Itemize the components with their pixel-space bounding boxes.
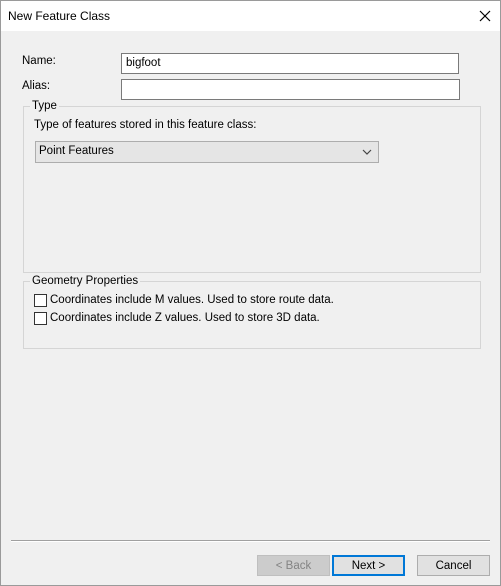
next-button[interactable]: Next > (332, 555, 405, 576)
cancel-button[interactable]: Cancel (417, 555, 490, 576)
chevron-down-icon (362, 149, 372, 155)
close-icon (479, 10, 491, 22)
type-group-legend: Type (30, 100, 59, 113)
z-values-checkbox[interactable] (34, 311, 47, 325)
m-values-checkbox[interactable] (34, 293, 47, 307)
geometry-group-legend: Geometry Properties (30, 275, 141, 288)
name-field[interactable]: bigfoot (121, 53, 459, 74)
alias-label: Alias: (22, 80, 51, 92)
name-label: Name: (22, 55, 56, 67)
footer-divider (11, 540, 490, 542)
close-button[interactable] (470, 1, 500, 31)
type-description: Type of features stored in this feature … (34, 119, 257, 131)
type-group: Type Type of features stored in this fea… (23, 100, 481, 273)
m-values-option[interactable]: Coordinates include M values. Used to st… (34, 292, 334, 308)
new-feature-class-dialog: New Feature Class Name: bigfoot Alias: T… (0, 0, 501, 586)
feature-type-selected: Point Features (39, 145, 114, 157)
geometry-properties-group: Geometry Properties Coordinates include … (23, 275, 481, 349)
window-title: New Feature Class (8, 9, 111, 23)
z-values-label: Coordinates include Z values. Used to st… (50, 312, 320, 324)
feature-type-dropdown[interactable]: Point Features (35, 141, 379, 163)
z-values-option[interactable]: Coordinates include Z values. Used to st… (34, 310, 320, 326)
back-button[interactable]: < Back (257, 555, 330, 576)
title-bar: New Feature Class (1, 1, 500, 31)
m-values-label: Coordinates include M values. Used to st… (50, 294, 334, 306)
alias-field[interactable] (121, 79, 460, 100)
